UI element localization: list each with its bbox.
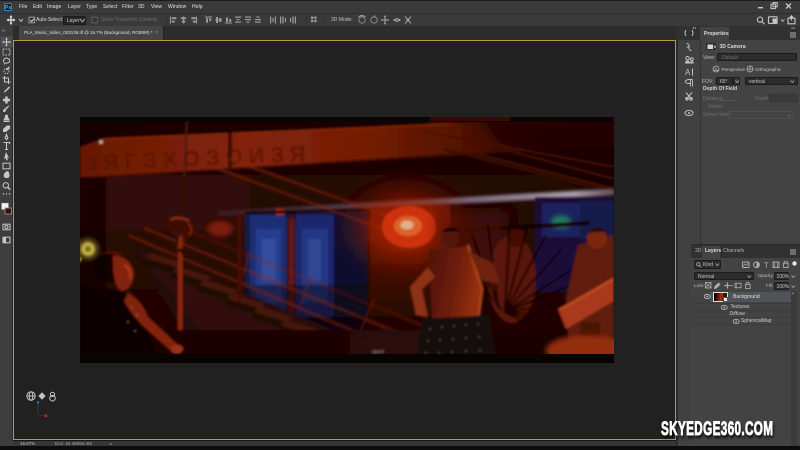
svg-text:T: T (764, 261, 769, 269)
svg-text:A: A (685, 68, 691, 77)
